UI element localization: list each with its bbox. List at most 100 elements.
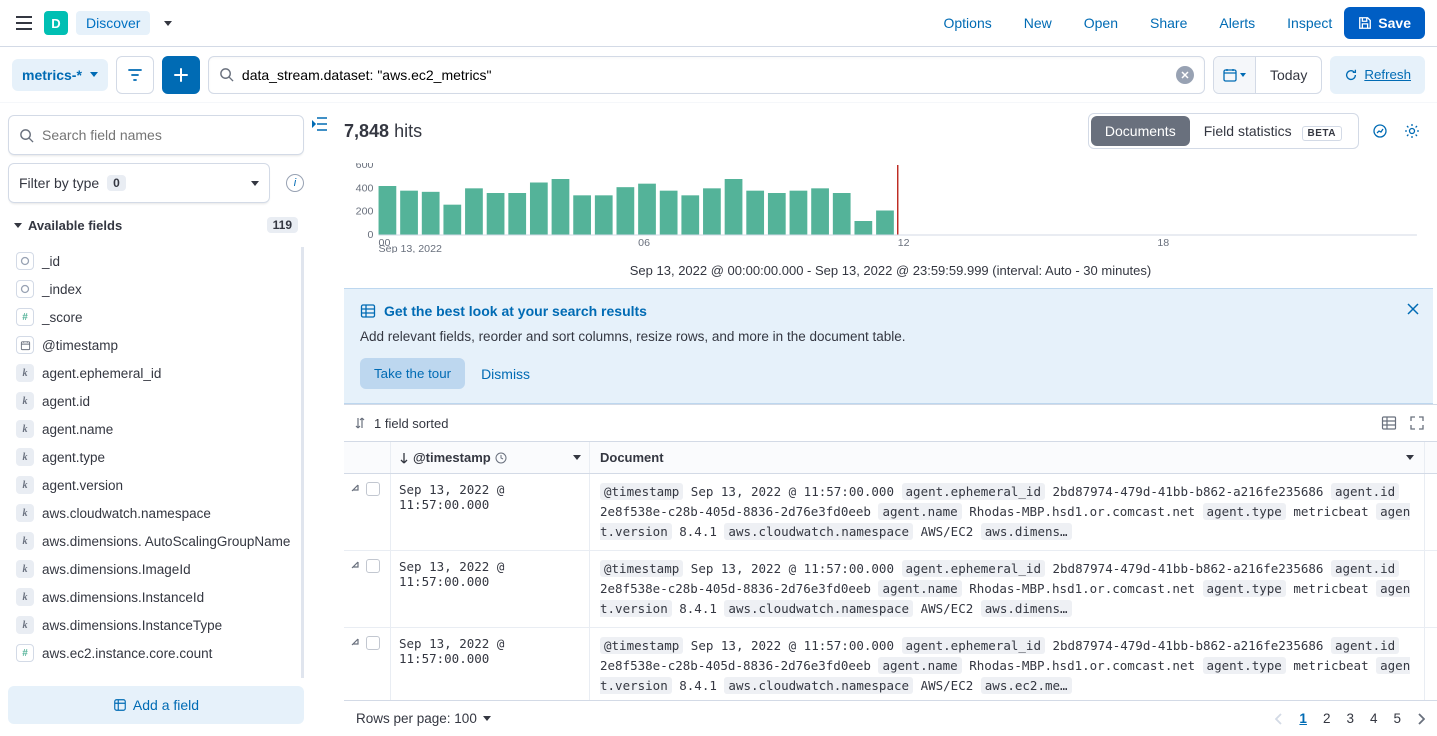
sidebar-collapse[interactable] — [312, 117, 328, 131]
data-view-selector[interactable]: metrics-* — [12, 59, 108, 91]
row-document: @timestamp Sep 13, 2022 @ 11:57:00.000 a… — [590, 628, 1425, 700]
fullscreen-button[interactable] — [1407, 413, 1427, 433]
header-link-share[interactable]: Share — [1146, 15, 1191, 31]
field-type-icon — [16, 252, 34, 270]
expand-row[interactable] — [350, 482, 360, 492]
rows-per-page[interactable]: Rows per page: 100 — [356, 711, 491, 726]
field-item[interactable]: kaws.cloudwatch.namespace — [8, 499, 301, 527]
query-input[interactable] — [242, 67, 1168, 83]
field-type-icon: # — [16, 644, 34, 662]
app-switcher[interactable]: Discover — [76, 11, 150, 35]
field-item[interactable]: kagent.ephemeral_id — [8, 359, 301, 387]
field-type-icon — [16, 280, 34, 298]
field-item[interactable]: k aws.dimensions.InstanceId — [8, 583, 301, 611]
field-item[interactable]: @timestamp — [8, 331, 301, 359]
row-checkbox[interactable] — [366, 636, 380, 650]
available-fields-count: 119 — [267, 217, 298, 233]
svg-text:18: 18 — [1157, 237, 1169, 249]
sort-status[interactable]: 1 field sorted — [374, 416, 448, 431]
row-checkbox[interactable] — [366, 559, 380, 573]
field-item[interactable]: #_score — [8, 303, 301, 331]
field-type-icon: k — [16, 560, 34, 578]
data-view-name: metrics-* — [22, 67, 82, 83]
app-switcher-chevron[interactable] — [164, 21, 172, 26]
clear-query-button[interactable] — [1176, 66, 1194, 84]
page-prev[interactable] — [1275, 713, 1283, 725]
table-header-row: @timestamp Document — [344, 442, 1437, 474]
tour-callout: Get the best look at your search results… — [344, 288, 1433, 404]
chart-toggle-button[interactable] — [1371, 122, 1389, 140]
row-checkbox[interactable] — [366, 482, 380, 496]
header-link-alerts[interactable]: Alerts — [1215, 15, 1259, 31]
field-sidebar: Filter by type 0 i Available fields 119 … — [0, 103, 312, 736]
field-item[interactable]: # aws.ec2.instance.core.count — [8, 639, 301, 667]
add-filter-button[interactable] — [162, 56, 200, 94]
menu-toggle[interactable] — [12, 11, 36, 35]
header-link-open[interactable]: Open — [1080, 15, 1122, 31]
date-calendar-button[interactable] — [1214, 57, 1256, 93]
page-1[interactable]: 1 — [1299, 711, 1307, 726]
add-field-button[interactable]: Add a field — [8, 686, 304, 724]
table-body: Sep 13, 2022 @ 11:57:00.000 @timestamp S… — [344, 474, 1437, 700]
settings-button[interactable] — [1403, 122, 1421, 140]
field-name-label: _id — [42, 254, 60, 269]
tab-documents[interactable]: Documents — [1091, 116, 1190, 146]
clock-icon — [495, 452, 507, 464]
page-next[interactable] — [1417, 713, 1425, 725]
header-link-inspect[interactable]: Inspect — [1283, 15, 1336, 31]
field-name-label: aws.ec2.instance.core.count — [42, 646, 212, 661]
field-name-label: agent.id — [42, 394, 90, 409]
field-type-icon: k — [16, 420, 34, 438]
take-tour-button[interactable]: Take the tour — [360, 358, 465, 389]
field-search-input[interactable] — [42, 127, 293, 143]
available-fields-header[interactable]: Available fields 119 — [8, 211, 304, 239]
page-5[interactable]: 5 — [1393, 711, 1401, 726]
callout-close[interactable] — [1407, 303, 1419, 315]
header-link-options[interactable]: Options — [939, 15, 995, 31]
field-item[interactable]: kagent.id — [8, 387, 301, 415]
field-type-icon: k — [16, 588, 34, 606]
query-input-wrap[interactable] — [208, 56, 1205, 94]
hits-count: 7,848 hits — [344, 121, 422, 142]
field-info-button[interactable]: i — [286, 174, 304, 192]
svg-text:Sep 13, 2022: Sep 13, 2022 — [379, 243, 443, 253]
refresh-button[interactable]: Refresh — [1330, 56, 1425, 94]
sort-icon — [354, 416, 366, 430]
field-item[interactable]: kaws.dimensions.ImageId — [8, 555, 301, 583]
save-button[interactable]: Save — [1344, 7, 1425, 39]
row-document: @timestamp Sep 13, 2022 @ 11:57:00.000 a… — [590, 474, 1425, 550]
beta-badge: BETA — [1302, 126, 1342, 141]
field-name-label: agent.version — [42, 478, 123, 493]
expand-row[interactable] — [350, 559, 360, 569]
filter-by-type[interactable]: Filter by type 0 — [8, 163, 270, 203]
field-search[interactable] — [8, 115, 304, 155]
col-document[interactable]: Document — [590, 442, 1425, 473]
chevron-down-icon[interactable] — [1406, 455, 1414, 460]
table-icon — [360, 303, 376, 319]
svg-text:600: 600 — [356, 163, 374, 171]
dismiss-link[interactable]: Dismiss — [481, 366, 530, 382]
tab-field-statistics[interactable]: Field statistics BETA — [1190, 116, 1356, 146]
page-4[interactable]: 4 — [1370, 711, 1378, 726]
density-button[interactable] — [1379, 413, 1399, 433]
col-timestamp[interactable]: @timestamp — [390, 442, 590, 473]
field-item[interactable]: kagent.type — [8, 443, 301, 471]
page-3[interactable]: 3 — [1346, 711, 1354, 726]
expand-row[interactable] — [350, 636, 360, 646]
field-item[interactable]: _id — [8, 247, 301, 275]
field-name-label: aws.dimensions.InstanceId — [42, 590, 204, 605]
field-item[interactable]: kaws.dimensions.InstanceType — [8, 611, 301, 639]
svg-text:12: 12 — [898, 237, 910, 249]
chevron-down-icon[interactable] — [573, 455, 581, 460]
field-name-label: _index — [42, 282, 82, 297]
close-icon — [1181, 71, 1189, 79]
field-item[interactable]: kagent.name — [8, 415, 301, 443]
field-name-label: aws.dimensions. AutoScalingGroupName — [42, 534, 290, 549]
header-link-new[interactable]: New — [1020, 15, 1056, 31]
field-item[interactable]: _index — [8, 275, 301, 303]
filter-settings-button[interactable] — [116, 56, 154, 94]
field-item[interactable]: kaws.dimensions. AutoScalingGroupName — [8, 527, 301, 555]
field-item[interactable]: kagent.version — [8, 471, 301, 499]
page-2[interactable]: 2 — [1323, 711, 1331, 726]
date-range-label[interactable]: Today — [1256, 57, 1321, 93]
